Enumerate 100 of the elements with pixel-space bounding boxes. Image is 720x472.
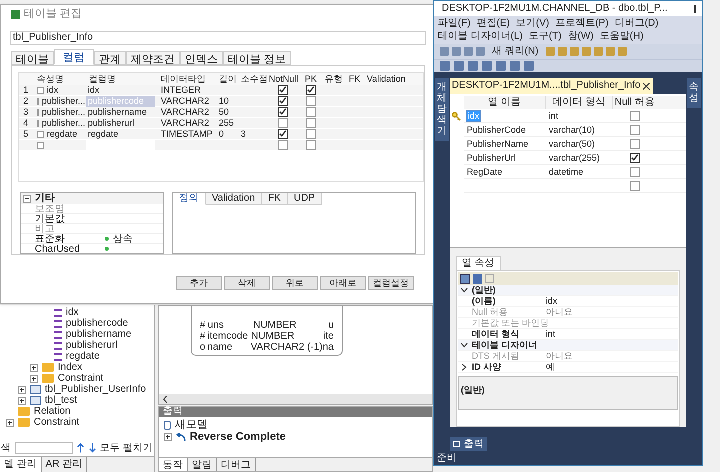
checkbox[interactable] — [306, 107, 316, 117]
checkbox[interactable] — [278, 96, 288, 106]
chevron-down-icon[interactable] — [461, 342, 468, 348]
categorized-icon[interactable] — [460, 274, 470, 284]
tree-item[interactable]: Constraint — [34, 417, 80, 428]
property-pages-icon[interactable] — [484, 274, 494, 283]
tree-item[interactable]: idx — [66, 307, 79, 318]
tree-item[interactable]: regdate — [66, 351, 100, 362]
chevron-down-icon[interactable] — [461, 288, 468, 292]
search-field[interactable] — [15, 442, 74, 454]
tree-item[interactable]: tbl_test — [45, 395, 78, 406]
checkbox[interactable] — [278, 85, 288, 95]
checkbox[interactable] — [306, 96, 316, 106]
panel-tab[interactable]: 알림 — [188, 458, 217, 471]
table-cell[interactable]: idx — [86, 85, 155, 96]
tree-item[interactable]: Index — [58, 362, 82, 373]
column-header[interactable]: 속성명 — [33, 73, 85, 85]
menu-item[interactable]: 디버그(D) — [614, 17, 659, 30]
expand-icon[interactable] — [30, 364, 38, 372]
table-cell[interactable]: PublisherUrl — [466, 153, 516, 163]
column-header[interactable]: 데이터 형식 — [546, 96, 613, 109]
column-header[interactable]: Validation — [363, 73, 407, 85]
expand-icon[interactable] — [18, 396, 26, 404]
panel-tab[interactable]: 디버그 — [217, 458, 256, 471]
arrow-down-icon[interactable] — [88, 443, 96, 453]
column-header[interactable]: PK — [301, 73, 321, 85]
expand-icon[interactable] — [6, 418, 14, 426]
column-header[interactable]: FK — [345, 73, 363, 85]
horizontal-scrollbar[interactable] — [159, 394, 432, 404]
tree-item[interactable]: publishername — [66, 329, 132, 340]
expand-all-button[interactable]: 모두 펼치기 — [100, 440, 153, 456]
object-explorer-tab[interactable]: 개체 탐색기 — [434, 78, 449, 141]
new-query-button[interactable]: 새 쿼리(N) — [492, 44, 539, 59]
tree-item[interactable]: Relation — [34, 406, 71, 417]
checkbox[interactable] — [630, 166, 640, 176]
detail-tab[interactable]: FK — [262, 193, 288, 205]
table-cell[interactable]: regdate — [86, 129, 155, 140]
table-cell[interactable]: RegDate — [466, 167, 502, 177]
entity-card[interactable]: # uns NUMBER u # itemcode NUMBER ite o name VARCHAR2 (-1)na — [191, 306, 343, 356]
chevron-right-icon[interactable] — [462, 364, 468, 370]
expand-icon[interactable] — [164, 433, 172, 441]
menu-item[interactable]: 테이블 디자이너(L) — [438, 30, 523, 43]
dialog-button[interactable]: 추가 — [176, 276, 222, 290]
table-cell[interactable]: PublisherCode — [466, 125, 526, 135]
properties-side-tab[interactable]: 속성 — [687, 78, 702, 108]
checkbox[interactable] — [278, 118, 288, 128]
detail-tab[interactable]: Validation — [206, 193, 262, 205]
table-cell[interactable]: publishername — [86, 107, 155, 118]
checkbox[interactable] — [278, 140, 288, 150]
tree-item[interactable]: Constraint — [58, 373, 104, 384]
checkbox[interactable] — [630, 138, 640, 148]
checkbox[interactable] — [306, 118, 316, 128]
checkbox[interactable] — [630, 124, 640, 134]
dialog-button[interactable]: 아래로 — [320, 276, 366, 290]
scroll-left-icon[interactable] — [163, 396, 168, 402]
expand-icon[interactable] — [18, 386, 26, 394]
panel-tab[interactable]: 델 관리 — [0, 457, 42, 472]
dialog-tab[interactable]: 컬럼 — [54, 49, 94, 65]
close-icon[interactable] — [642, 82, 650, 90]
collapse-icon[interactable] — [23, 194, 31, 202]
menu-item[interactable]: 프로젝트(P) — [555, 17, 609, 30]
menu-item[interactable]: 도움말(H) — [600, 30, 644, 43]
table-cell[interactable]: publisherurl — [86, 118, 155, 129]
checkbox[interactable] — [278, 107, 288, 117]
menu-item[interactable]: 편집(E) — [476, 17, 510, 30]
expand-icon[interactable] — [30, 374, 38, 382]
column-header[interactable]: 데이터타입 — [157, 73, 215, 85]
document-tab[interactable]: DESKTOP-1F2MU1M....tbl_Publisher_Info — [450, 78, 643, 94]
dialog-tab[interactable]: 테이블 — [11, 51, 54, 65]
dialog-button[interactable]: 컬럼설정 — [368, 276, 414, 290]
checkbox[interactable] — [278, 129, 288, 139]
checkbox[interactable] — [306, 140, 316, 150]
tree-item[interactable]: publisherurl — [66, 340, 118, 351]
dialog-tab[interactable]: 제약조건 — [126, 51, 180, 65]
menu-item[interactable]: 도구(T) — [529, 30, 562, 43]
arrow-up-icon[interactable] — [77, 443, 85, 453]
column-header[interactable]: NotNull — [265, 73, 301, 85]
dialog-tab[interactable]: 테이블 정보 — [223, 51, 292, 65]
column-header[interactable]: 길이 — [215, 73, 237, 85]
menu-item[interactable]: 보기(V) — [516, 17, 550, 30]
checkbox[interactable] — [306, 129, 316, 139]
checkbox[interactable] — [630, 180, 640, 190]
tree-item[interactable]: tbl_Publisher_UserInfo — [45, 384, 146, 395]
column-header[interactable]: 열 이름 — [464, 96, 546, 109]
column-header[interactable]: 소수점 — [237, 73, 265, 85]
output-tab[interactable]: 출력 — [450, 436, 487, 452]
tree-item[interactable]: publishercode — [66, 318, 128, 329]
column-header[interactable]: Null 허용 — [612, 96, 657, 109]
panel-tab[interactable]: 동작 — [159, 458, 188, 471]
checkbox[interactable] — [306, 85, 316, 95]
column-header[interactable]: 유형 — [321, 73, 345, 85]
dialog-tab[interactable]: 관계 — [94, 51, 126, 65]
checkbox[interactable] — [630, 152, 640, 162]
checkbox[interactable] — [630, 110, 640, 120]
sort-icon[interactable] — [472, 274, 482, 284]
properties-tab[interactable]: 열 속성 — [456, 256, 501, 270]
column-header[interactable]: 컬럼명 — [85, 73, 157, 85]
table-cell[interactable]: PublisherName — [466, 139, 528, 149]
table-name-field[interactable]: tbl_Publisher_Info — [10, 31, 426, 45]
detail-tab[interactable]: UDP — [288, 193, 322, 205]
